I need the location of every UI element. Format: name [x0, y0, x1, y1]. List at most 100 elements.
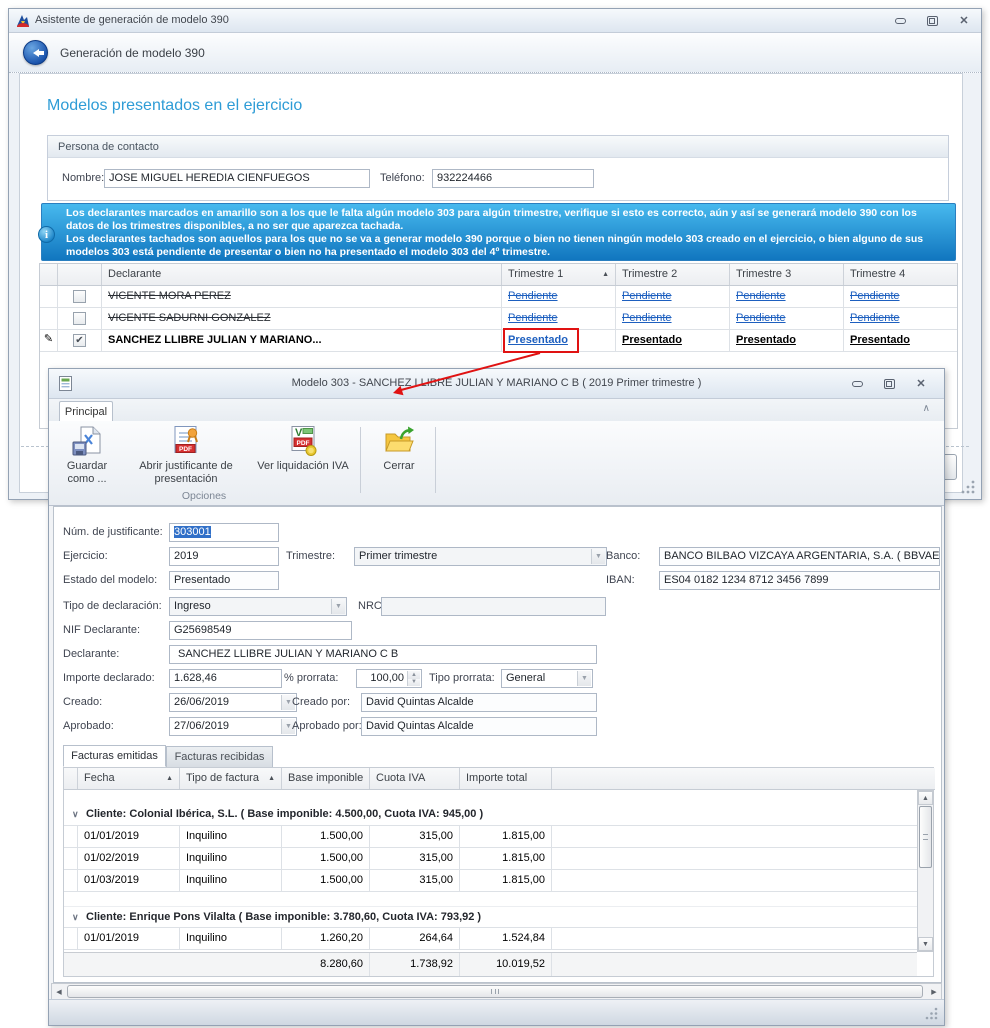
aprobado-date-picker[interactable]: 27/06/2019 ▼ — [169, 717, 297, 736]
resize-grip-icon[interactable] — [961, 480, 976, 495]
estado-label: Estado del modelo: — [63, 574, 157, 586]
num-justificante-field[interactable]: 303001 — [169, 523, 279, 542]
factura-row[interactable]: 01/03/2019 Inquilino 1.500,00 315,00 1.8… — [64, 870, 917, 892]
tab-facturas-emitidas[interactable]: Facturas emitidas — [63, 745, 166, 767]
scroll-up-icon[interactable]: ▲ — [918, 791, 933, 805]
sort-asc-icon: ▲ — [602, 271, 609, 278]
col-trimestre3[interactable]: Trimestre 3 — [730, 264, 844, 285]
row2-t4-link[interactable]: Pendiente — [850, 312, 900, 324]
svg-text:PDF: PDF — [179, 446, 192, 453]
row2-t2-link[interactable]: Pendiente — [622, 312, 672, 324]
row3-t3-link[interactable]: Presentado — [736, 334, 796, 346]
row1-t3-link[interactable]: Pendiente — [736, 290, 786, 302]
trimestre-select[interactable]: Primer trimestre ▼ — [354, 547, 607, 566]
row3-checkbox[interactable]: ✔ — [73, 334, 86, 347]
importe-field[interactable]: 1.628,46 — [169, 669, 282, 688]
close-icon[interactable]: ✕ — [953, 13, 975, 28]
col-trimestre2[interactable]: Trimestre 2 — [616, 264, 730, 285]
collapse-ribbon-icon[interactable]: ∧ — [923, 403, 930, 414]
maximize-icon[interactable] — [921, 13, 943, 28]
sort-asc-icon: ▲ — [268, 775, 275, 782]
horizontal-scrollbar[interactable]: ◀ ▶ — [51, 983, 942, 1000]
resize-grip-icon[interactable] — [925, 1007, 939, 1021]
vertical-scrollbar-thumb[interactable] — [919, 806, 932, 868]
spin-up-icon[interactable]: ▲ — [408, 671, 420, 679]
estado-field[interactable]: Presentado — [169, 571, 279, 590]
chevron-down-icon[interactable]: ▼ — [591, 549, 605, 564]
collapse-group-icon[interactable]: ∨ — [72, 912, 79, 923]
creado-por-label: Creado por: — [292, 696, 350, 708]
iban-field[interactable]: ES04 0182 1234 8712 3456 7899 — [659, 571, 940, 590]
creado-por-field[interactable]: David Quintas Alcalde — [361, 693, 597, 712]
chevron-down-icon[interactable]: ▼ — [331, 599, 345, 614]
col-trimestre1[interactable]: Trimestre 1 ▲ — [502, 264, 616, 285]
col-trimestre4[interactable]: Trimestre 4 — [844, 264, 957, 285]
table-row: ✎ ✔ SANCHEZ LLIBRE JULIAN Y MARIANO... P… — [40, 330, 957, 352]
factura-row[interactable]: 01/01/2019 Inquilino 1.500,00 315,00 1.8… — [64, 826, 917, 848]
tab-facturas-recibidas[interactable]: Facturas recibidas — [166, 746, 273, 768]
ver-liquidacion-button[interactable]: V PDF Ver liquidación IVA — [253, 425, 353, 495]
row1-t1-link[interactable]: Pendiente — [508, 290, 558, 302]
sort-asc-icon: ▲ — [166, 775, 173, 782]
col-tipo-factura[interactable]: Tipo de factura ▲ — [180, 768, 282, 789]
maximize-icon[interactable] — [878, 376, 900, 391]
aprobado-por-field[interactable]: David Quintas Alcalde — [361, 717, 597, 736]
row3-t4-link[interactable]: Presentado — [850, 334, 910, 346]
row2-checkbox[interactable] — [73, 312, 86, 325]
group-row-cliente2[interactable]: ∨ Cliente: Enrique Pons Vilalta ( Base i… — [64, 906, 917, 928]
prorrata-stepper[interactable]: 100,00 ▲ ▼ — [356, 669, 422, 688]
modelo303-title: Modelo 303 - SANCHEZ LLIBRE JULIAN Y MAR… — [49, 377, 944, 389]
col-cuota-iva[interactable]: Cuota IVA — [370, 768, 460, 789]
vertical-scrollbar[interactable]: ▲ ▼ — [917, 790, 934, 952]
minimize-icon[interactable] — [846, 376, 868, 391]
toolbar-separator — [435, 427, 436, 493]
tipo-prorrata-label: Tipo prorrata: — [429, 672, 495, 684]
col-fecha[interactable]: Fecha ▲ — [78, 768, 180, 789]
col-base-imponible[interactable]: Base imponible — [282, 768, 370, 789]
spin-down-icon[interactable]: ▼ — [408, 679, 420, 687]
tipo-prorrata-select[interactable]: General ▼ — [501, 669, 593, 688]
row1-checkbox[interactable] — [73, 290, 86, 303]
abrir-justificante-button[interactable]: PDF Abrir justificante de presentación — [123, 425, 249, 495]
totals-row: 8.280,60 1.738,92 10.019,52 — [64, 952, 917, 976]
cerrar-button[interactable]: Cerrar — [369, 425, 429, 495]
tipo-declaracion-select[interactable]: Ingreso ▼ — [169, 597, 347, 616]
nif-field[interactable]: G25698549 — [169, 621, 352, 640]
save-as-icon — [71, 425, 103, 457]
factura-row[interactable]: 01/01/2019 Inquilino 1.260,20 264,64 1.5… — [64, 928, 917, 950]
close-folder-icon — [383, 425, 415, 457]
facturas-header-row: Fecha ▲ Tipo de factura ▲ Base imponible… — [64, 768, 935, 790]
opciones-group-label: Opciones — [49, 490, 359, 502]
banco-field[interactable]: BANCO BILBAO VIZCAYA ARGENTARIA, S.A. ( … — [659, 547, 940, 566]
back-button[interactable] — [23, 40, 48, 65]
pdf-certificate-icon: PDF — [170, 425, 202, 457]
horizontal-scrollbar-thumb[interactable] — [67, 985, 923, 998]
scroll-down-icon[interactable]: ▼ — [918, 937, 933, 951]
close-icon[interactable]: ✕ — [910, 376, 932, 391]
group-row-cliente1[interactable]: ∨ Cliente: Colonial Ibérica, S.L. ( Base… — [64, 804, 917, 826]
row3-t1-link[interactable]: Presentado — [508, 334, 568, 346]
col-declarante[interactable]: Declarante — [102, 264, 502, 285]
creado-date-picker[interactable]: 26/06/2019 ▼ — [169, 693, 297, 712]
col-importe-total[interactable]: Importe total — [460, 768, 552, 789]
row3-declarante: SANCHEZ LLIBRE JULIAN Y MARIANO... — [102, 330, 502, 351]
row1-t4-link[interactable]: Pendiente — [850, 290, 900, 302]
collapse-group-icon[interactable]: ∨ — [72, 809, 79, 820]
row2-t3-link[interactable]: Pendiente — [736, 312, 786, 324]
row2-t1-link[interactable]: Pendiente — [508, 312, 558, 324]
svg-text:V: V — [295, 427, 303, 439]
row3-t2-link[interactable]: Presentado — [622, 334, 682, 346]
chevron-down-icon[interactable]: ▼ — [577, 671, 591, 686]
nrc-field[interactable] — [381, 597, 606, 616]
guardar-como-button[interactable]: Guardar como ... — [55, 425, 119, 495]
tab-principal[interactable]: Principal — [59, 401, 113, 421]
row1-t2-link[interactable]: Pendiente — [622, 290, 672, 302]
minimize-icon[interactable] — [889, 13, 911, 28]
scroll-right-icon[interactable]: ▶ — [927, 984, 941, 999]
declarante-field[interactable]: SANCHEZ LLIBRE JULIAN Y MARIANO C B — [169, 645, 597, 664]
nombre-field[interactable]: JOSE MIGUEL HEREDIA CIENFUEGOS — [104, 169, 370, 188]
scroll-left-icon[interactable]: ◀ — [52, 984, 66, 999]
ejercicio-field[interactable]: 2019 — [169, 547, 279, 566]
telefono-field[interactable]: 932224466 — [432, 169, 594, 188]
factura-row[interactable]: 01/02/2019 Inquilino 1.500,00 315,00 1.8… — [64, 848, 917, 870]
